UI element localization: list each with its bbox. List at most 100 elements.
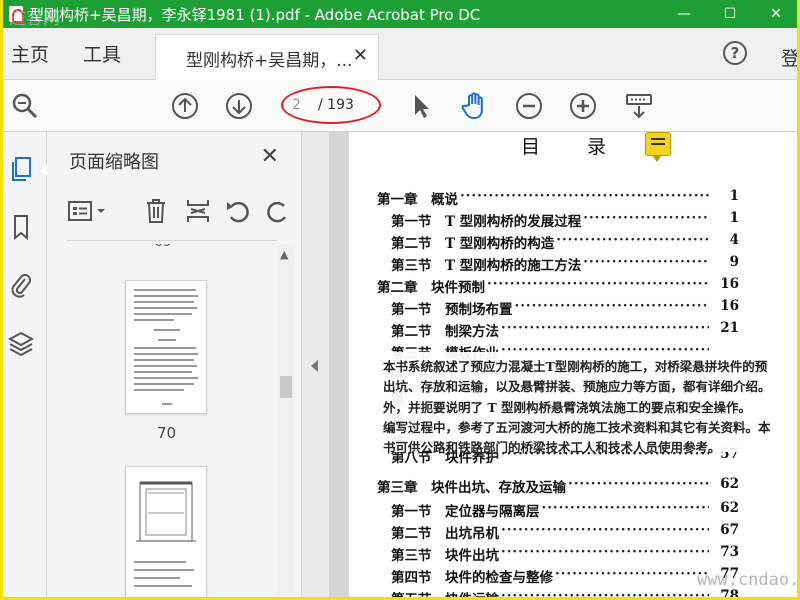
toc-entry[interactable]: 第一节 T 型刚构桥的发展过程·························… [349, 208, 797, 230]
close-panel-button[interactable]: ✕ [261, 144, 279, 169]
toc-entry[interactable]: 第一章 概说 ··································… [349, 186, 797, 208]
attachment-icon[interactable] [7, 270, 35, 300]
scroll-mode-icon[interactable] [623, 90, 655, 122]
toc-entry[interactable]: 第二章 块件预制 ································… [349, 274, 797, 296]
toc-leader-dots: ········································… [460, 188, 709, 204]
watermark-text: 道客网 [9, 9, 60, 29]
toc-entry[interactable]: 第二节 制梁方法 ································… [349, 318, 797, 340]
toc-heading-char-1: 目 [521, 136, 543, 158]
search-icon[interactable] [9, 90, 41, 122]
toc-entry-page: 62 [720, 500, 739, 516]
summary-line: 书可供公路和铁路部门的桥梁技术工人和技术人员使用参考。 [383, 440, 721, 455]
toc-leader-dots: ········································… [555, 566, 709, 582]
toc-entry[interactable]: 第三章 块件出坑、存放及运输··························… [349, 474, 797, 496]
toc-entry-label: 第一章 概说 [377, 192, 458, 208]
page-thumbnails-icon[interactable] [7, 154, 35, 184]
toc-entry-page: 73 [720, 544, 739, 560]
toc-entry-label: 第三章 块件出坑、存放及运输 [377, 480, 566, 496]
tab-close-button[interactable]: ✕ [353, 45, 368, 66]
menu-home[interactable]: 主页 [11, 40, 49, 67]
collapse-arrow-icon[interactable] [311, 360, 318, 372]
thumbnail-toolbar [67, 192, 297, 232]
page-thumbnails-panel: 页面缩略图 ✕ 69 [47, 132, 301, 597]
acrobat-window: 型刚构桥+吴昌期，李永铎1981 (1).pdf - Adobe Acrobat… [0, 0, 800, 600]
window-title: 型刚构桥+吴昌期，李永铎1981 (1).pdf - Adobe Acrobat… [29, 6, 481, 24]
highlight-ellipse [281, 86, 381, 124]
rotate-left-icon[interactable] [223, 196, 253, 226]
summary-line: 外，并扼要说明了 T 型刚构桥悬臂浇筑法施工的要点和安全操作。 [383, 400, 752, 415]
toc-entry-page: 4 [729, 232, 739, 248]
menu-tools[interactable]: 工具 [83, 40, 121, 67]
site-watermark: www.cndao.com [697, 570, 800, 590]
zoom-out-icon[interactable] [513, 90, 545, 122]
page-down-icon[interactable] [223, 90, 255, 122]
toc-entry-label: 第二节 T 型刚构桥的构造 [391, 236, 555, 252]
toc-entry-label: 第一节 预制场布置 [391, 302, 513, 318]
hand-tool-icon[interactable] [459, 90, 491, 122]
toc-entry-label: 第二节 制梁方法 [391, 324, 499, 340]
toc-entry[interactable]: 第二节 出坑吊机 ································… [349, 520, 797, 542]
thumbnail-list: 69 70 [47, 244, 275, 597]
zoom-in-icon[interactable] [567, 90, 599, 122]
toc-leader-dots: ········································… [501, 320, 709, 336]
toc-entry-page: 67 [720, 522, 739, 538]
toc-leader-dots: ········································… [501, 588, 709, 600]
help-icon[interactable]: ? [723, 41, 747, 65]
thumbnail-options-icon[interactable] [67, 196, 107, 226]
panel-title: 页面缩略图 [69, 152, 159, 173]
close-window-button[interactable]: ✕ [753, 0, 797, 28]
page-thumbnail[interactable] [125, 466, 207, 597]
scroll-up-arrow[interactable]: ▲ [280, 248, 288, 261]
thumbnail-page-label: 69 [154, 244, 172, 250]
toc-entry[interactable]: 第一节 定位器与隔离层 ·····························… [349, 498, 797, 520]
toc-entry-page: 9 [729, 254, 739, 270]
scrollbar-thumb[interactable] [280, 376, 292, 398]
rotate-right-icon[interactable] [263, 196, 293, 226]
toc-entry[interactable]: 第三节 T 型刚构桥的施工方法·························… [349, 252, 797, 274]
toc-leader-dots: ········································… [501, 544, 709, 560]
toc-entry-page: 16 [720, 276, 739, 292]
document-tab-label: 型刚构桥+吴昌期，... [186, 51, 353, 71]
toc-entry-page: 62 [720, 476, 739, 492]
extract-icon[interactable] [183, 196, 213, 226]
toc-entry-label: 第三节 块件出坑 [391, 548, 499, 564]
sign-in-button[interactable]: 登 [781, 44, 797, 71]
toc-entry[interactable]: 第二节 T 型刚构桥的构造···························… [349, 230, 797, 252]
layers-icon[interactable] [7, 328, 35, 358]
document-tab[interactable]: 型刚构桥+吴昌期，... ✕ [155, 34, 379, 80]
toc-entry-label: 第二章 块件预制 [377, 280, 485, 296]
toc-entry-page: 1 [729, 210, 739, 226]
summary-line: 编写过程中，参考了五河渡河大桥的施工技术资料和其它有关资料。本 [383, 420, 771, 435]
menu-bar: 主页 工具 型刚构桥+吴昌期，... ✕ ? 登 [3, 28, 797, 80]
comment-note-icon[interactable] [645, 132, 671, 162]
select-arrow-icon[interactable] [405, 90, 437, 122]
title-bar: 型刚构桥+吴昌期，李永铎1981 (1).pdf - Adobe Acrobat… [3, 0, 797, 29]
page-up-icon[interactable] [169, 90, 201, 122]
thumbnail-page-label: 70 [157, 424, 177, 442]
maximize-button[interactable]: ☐ [707, 0, 753, 28]
main-toolbar: 2 / 193 [3, 80, 797, 132]
page-thumbnail[interactable] [125, 280, 207, 414]
toc-leader-dots: ········································… [541, 500, 710, 516]
bookmark-icon[interactable] [7, 212, 35, 242]
summary-line: 出坑、存放和运输，以及悬臂拼装、预施应力等方面，都有详细介绍。 [383, 379, 771, 394]
toc-entry-label: 第五节 块件运输 [391, 592, 499, 600]
toc-leader-dots: ········································… [556, 232, 709, 248]
toc-entry-label: 第四节 块件的检查与整修 [391, 570, 553, 586]
delete-icon[interactable] [141, 196, 171, 226]
toc-leader-dots: ········································… [514, 298, 710, 314]
toc-leader-dots: ········································… [501, 522, 709, 538]
toc-entry-page: 1 [729, 188, 739, 204]
left-navigation-rail [3, 132, 49, 597]
panel-divider [67, 240, 277, 241]
thumbnail-scrollbar[interactable]: ▲ [277, 244, 295, 597]
toc-entry[interactable]: 第三节 块件出坑 ································… [349, 542, 797, 564]
book-summary-overlay: 本书系统叙述了预应力混凝土T型刚构桥的施工，对桥梁悬拼块件的预 出坑、存放和运输… [383, 352, 795, 455]
toc-entry-label: 第一节 T 型刚构桥的发展过程 [391, 214, 582, 230]
collapse-panel-strip[interactable] [301, 132, 329, 597]
toc-entry-label: 第一节 定位器与隔离层 [391, 504, 540, 520]
summary-line: 本书系统叙述了预应力混凝土T型刚构桥的施工，对桥梁悬拼块件的预 [383, 359, 768, 374]
toc-leader-dots: ········································… [568, 476, 709, 492]
toc-entry[interactable]: 第一节 预制场布置 ·······························… [349, 296, 797, 318]
minimize-button[interactable]: — [661, 0, 707, 28]
